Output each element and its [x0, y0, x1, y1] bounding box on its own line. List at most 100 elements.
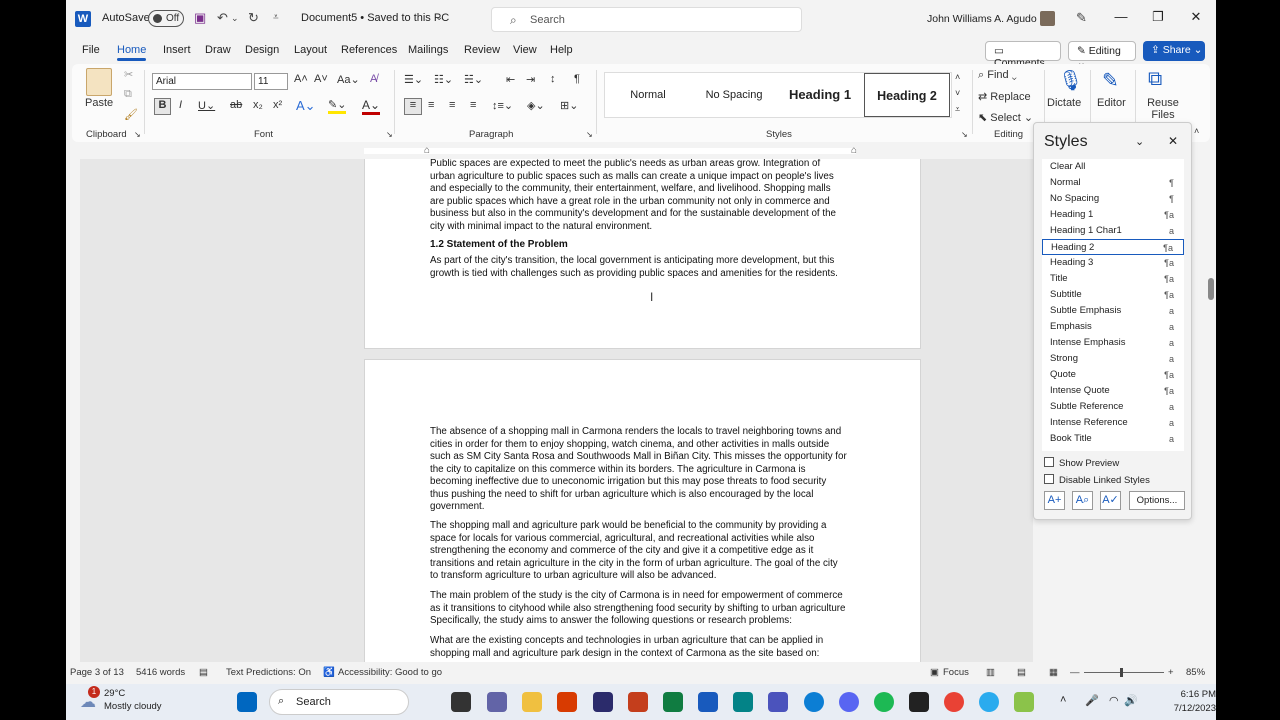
select-button[interactable]: ⬉ Select ⌄ — [978, 111, 1033, 124]
excel-icon[interactable] — [663, 692, 683, 712]
copy-icon[interactable]: ⧉ — [124, 88, 132, 101]
chrome-icon[interactable] — [944, 692, 964, 712]
style-tile-heading-2[interactable]: Heading 2 — [864, 73, 950, 117]
style-item[interactable]: Quote ¶a — [1042, 367, 1184, 383]
tray-chevron-icon[interactable]: ˄ — [1060, 694, 1066, 706]
word-icon[interactable] — [698, 692, 718, 712]
increase-indent-icon[interactable]: ⇥ — [526, 73, 535, 86]
justify-icon[interactable]: ≡ — [470, 99, 476, 111]
dictate-label[interactable]: Dictate — [1047, 97, 1081, 109]
avatar[interactable] — [1040, 11, 1055, 26]
style-item[interactable]: Intense Emphasis a — [1042, 335, 1184, 351]
tab-home[interactable]: Home — [117, 44, 147, 61]
clear-formatting-icon[interactable]: A̸ — [370, 73, 377, 85]
replace-button[interactable]: ⇄ Replace — [978, 90, 1031, 103]
editor-icon[interactable]: ✎ — [1102, 68, 1119, 93]
show-formatting-icon[interactable]: ¶ — [574, 73, 580, 85]
file-explorer-icon[interactable] — [522, 692, 542, 712]
page2-paragraph-1[interactable]: The absence of a shopping mall in Carmon… — [430, 426, 858, 514]
gallery-down-icon[interactable]: ˅ — [955, 88, 960, 98]
weather-widget[interactable]: 29°C Mostly cloudy — [104, 687, 162, 713]
accessibility-status[interactable]: Accessibility: Good to go — [338, 667, 442, 678]
page2-paragraph-3[interactable]: The main problem of the study is the cit… — [430, 590, 858, 628]
style-item[interactable]: Title ¶a — [1042, 271, 1184, 287]
document-page-2[interactable]: Public spaces are expected to meet the p… — [364, 159, 921, 349]
page-count[interactable]: Page 3 of 13 — [70, 667, 124, 678]
style-item[interactable]: Intense Reference a — [1042, 415, 1184, 431]
page1-paragraph-2[interactable]: As part of the city's transition, the lo… — [430, 255, 858, 280]
tab-review[interactable]: Review — [464, 44, 500, 56]
editing-mode-button[interactable]: ✎ Editing ⌄ — [1068, 41, 1136, 69]
change-case-icon[interactable]: Aa⌄ — [337, 73, 360, 86]
style-item[interactable]: Heading 1 ¶a — [1042, 207, 1184, 223]
paragraph-launcher-icon[interactable]: ↘ — [586, 130, 593, 139]
italic-icon[interactable]: I — [179, 99, 182, 111]
style-inspector-icon[interactable]: A⌕ — [1072, 491, 1093, 510]
undo-dropdown-icon[interactable]: ⌄ — [231, 13, 239, 24]
focus-button[interactable]: Focus — [943, 667, 969, 678]
collapse-ribbon-icon[interactable]: ˄ — [1194, 126, 1199, 136]
page2-paragraph-2[interactable]: The shopping mall and agriculture park w… — [430, 520, 858, 583]
user-name[interactable]: John Williams A. Agudo — [927, 13, 1037, 25]
scroll-thumb[interactable] — [1208, 278, 1214, 300]
style-item[interactable]: Subtle Reference a — [1042, 399, 1184, 415]
close-icon[interactable]: ✕ — [1186, 9, 1206, 25]
style-item[interactable]: No Spacing ¶ — [1042, 191, 1184, 207]
restore-icon[interactable]: ❐ — [1148, 9, 1168, 25]
save-icon[interactable]: ▣ — [194, 10, 206, 26]
style-tile-normal[interactable]: Normal — [605, 73, 691, 117]
powerpoint-icon[interactable] — [628, 692, 648, 712]
vertical-scrollbar[interactable] — [1206, 150, 1216, 662]
web-layout-icon[interactable]: ▦ — [1049, 667, 1058, 678]
paste-icon[interactable] — [86, 68, 112, 96]
page2-paragraph-4[interactable]: What are the existing concepts and techn… — [430, 635, 858, 660]
zoom-in-icon[interactable]: + — [1168, 667, 1174, 678]
indent-marker-icon[interactable]: ⌂ — [424, 145, 430, 156]
style-item[interactable]: Intense Quote ¶a — [1042, 383, 1184, 399]
bullets-icon[interactable]: ☰⌄ — [404, 73, 423, 86]
new-style-icon[interactable]: A+ — [1044, 491, 1065, 510]
redo-icon[interactable]: ↻ — [248, 10, 259, 26]
title-dropdown-icon[interactable]: ⌄ — [435, 12, 443, 23]
style-item[interactable]: Heading 1 Char1 a — [1042, 223, 1184, 239]
tab-draw[interactable]: Draw — [205, 44, 231, 56]
volume-icon[interactable]: 🔊 — [1124, 694, 1138, 707]
pane-options-icon[interactable]: ⌄ — [1135, 135, 1144, 148]
bluestacks-icon[interactable] — [1014, 692, 1034, 712]
telegram-icon[interactable] — [979, 692, 999, 712]
horizontal-ruler[interactable]: ⌂ ⌂ — [66, 143, 1033, 159]
right-indent-marker-icon[interactable]: ⌂ — [851, 145, 857, 156]
borders-icon[interactable]: ⊞⌄ — [560, 99, 578, 112]
grow-font-icon[interactable]: A˄ — [294, 73, 308, 85]
style-item[interactable]: Book Title a — [1042, 431, 1184, 447]
highlight-icon[interactable]: ✎⌄ — [328, 98, 347, 114]
proofing-icon[interactable]: ▤ — [199, 667, 208, 678]
start-icon[interactable] — [237, 692, 257, 712]
teams-chat-icon[interactable] — [487, 692, 507, 712]
reuse-files-icon[interactable]: ⧉ — [1148, 68, 1162, 91]
show-preview-checkbox[interactable]: Show Preview — [1044, 457, 1119, 469]
text-effects-icon[interactable]: A⌄ — [296, 98, 316, 114]
strikethrough-icon[interactable]: ab — [230, 99, 242, 111]
decrease-indent-icon[interactable]: ⇤ — [506, 73, 515, 86]
styles-launcher-icon[interactable]: ↘ — [961, 130, 968, 139]
word-count[interactable]: 5416 words — [136, 667, 185, 678]
style-item[interactable]: Emphasis a — [1042, 319, 1184, 335]
vertical-ruler[interactable] — [66, 159, 80, 662]
publisher-icon[interactable] — [733, 692, 753, 712]
disable-linked-checkbox[interactable]: Disable Linked Styles — [1044, 474, 1150, 486]
minimize-icon[interactable]: — — [1111, 9, 1131, 24]
manage-styles-icon[interactable]: A✓ — [1100, 491, 1121, 510]
zoom-level[interactable]: 85% — [1186, 667, 1205, 678]
align-left-icon[interactable]: ≡ — [404, 98, 422, 115]
discord-icon[interactable] — [839, 692, 859, 712]
editor-label[interactable]: Editor — [1097, 97, 1126, 109]
numbering-icon[interactable]: ☷⌄ — [434, 73, 453, 86]
taskbar-search[interactable]: ⌕ Search — [269, 689, 409, 715]
style-item[interactable]: Subtle Emphasis a — [1042, 303, 1184, 319]
style-item[interactable]: Strong a — [1042, 351, 1184, 367]
clock[interactable]: 6:16 PM 7/12/2023 — [1156, 688, 1216, 716]
tab-design[interactable]: Design — [245, 44, 279, 56]
font-color-icon[interactable]: A⌄ — [362, 98, 381, 115]
subscript-icon[interactable]: x₂ — [253, 99, 263, 111]
